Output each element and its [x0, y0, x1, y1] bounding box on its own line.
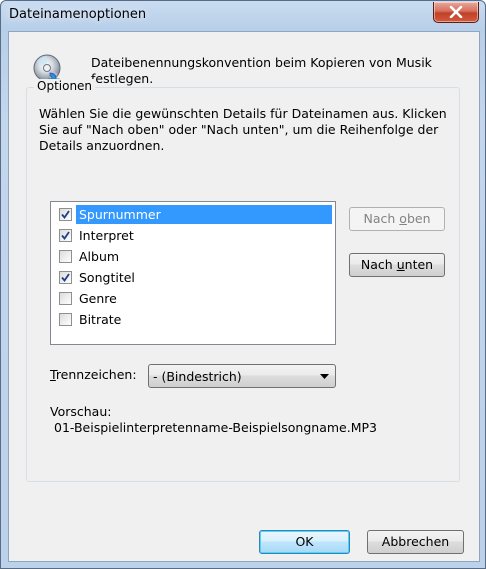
move-down-accelerator: u: [396, 257, 405, 272]
move-down-label: Nach: [360, 257, 397, 272]
checkmark-icon: [61, 210, 70, 219]
options-group-legend: Optionen: [34, 79, 96, 93]
list-item-genre[interactable]: Genre: [53, 288, 333, 309]
header-description: Dateibenennungskonvention beim Kopieren …: [91, 55, 432, 86]
separator-dropdown-value: - (Bindestrich): [153, 368, 242, 384]
cancel-button[interactable]: Abbrechen: [367, 530, 464, 554]
list-item-spurnummer[interactable]: Spurnummer: [53, 204, 333, 225]
move-up-accelerator: o: [399, 211, 407, 226]
list-item-label: Songtitel: [79, 270, 135, 285]
move-down-button[interactable]: Nach unten: [349, 253, 445, 277]
list-item-label: Spurnummer: [76, 205, 332, 224]
list-item-label: Album: [79, 249, 120, 264]
preview-filename: 01-Beispielinterpretenname-Beispielsongn…: [54, 420, 377, 435]
options-description: Wählen Sie die gewünschten Details für D…: [39, 106, 447, 153]
checkbox-songtitel[interactable]: [59, 271, 72, 284]
preview-label: Vorschau:: [50, 404, 112, 419]
move-down-label-rest: nten: [404, 257, 434, 272]
move-up-label-rest: ben: [406, 211, 431, 226]
separator-dropdown[interactable]: - (Bindestrich): [148, 364, 336, 388]
close-icon: [449, 6, 463, 18]
list-item-interpret[interactable]: Interpret: [53, 225, 333, 246]
list-item-label: Genre: [79, 291, 117, 306]
ok-button[interactable]: OK: [259, 530, 350, 554]
close-button[interactable]: [433, 2, 479, 23]
checkbox-bitrate[interactable]: [59, 313, 72, 326]
list-item-label: Interpret: [79, 228, 134, 243]
list-item-album[interactable]: Album: [53, 246, 333, 267]
separator-label: Trennzeichen:: [50, 367, 137, 382]
window-title: Dateinamenoptionen: [9, 7, 147, 22]
chevron-down-icon: [313, 373, 335, 379]
checkbox-album[interactable]: [59, 250, 72, 263]
move-up-button[interactable]: Nach oben: [349, 207, 445, 231]
list-item-songtitel[interactable]: Songtitel: [53, 267, 333, 288]
checkbox-spurnummer[interactable]: [59, 208, 72, 221]
list-item-bitrate[interactable]: Bitrate: [53, 309, 333, 330]
separator-label-rest: rennzeichen:: [55, 367, 137, 382]
title-bar[interactable]: Dateinamenoptionen: [1, 1, 485, 31]
details-listbox[interactable]: Spurnummer Interpret Album Songtitel Gen…: [50, 201, 336, 345]
checkbox-genre[interactable]: [59, 292, 72, 305]
checkbox-interpret[interactable]: [59, 229, 72, 242]
list-item-label: Bitrate: [79, 312, 122, 327]
move-up-label: Nach: [363, 211, 400, 226]
checkmark-icon: [61, 231, 70, 240]
checkmark-icon: [61, 273, 70, 282]
